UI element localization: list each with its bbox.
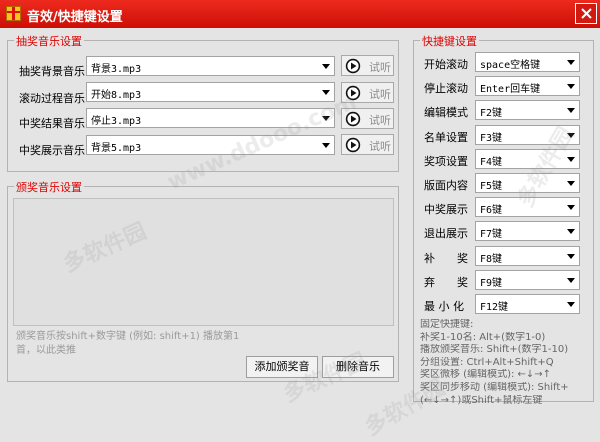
preview-label: 试听 [369, 61, 391, 74]
hotkey-select[interactable]: F9键 [475, 270, 580, 290]
hotkey-label: 奖项设置 [424, 155, 468, 168]
fixed-hint-line: 分组设置: Ctrl+Alt+Shift+Q [420, 356, 554, 368]
select-value: F7键 [480, 229, 503, 240]
lottery-music-select[interactable]: 开始8.mp3 [86, 82, 335, 102]
dropdown-arrow-icon [567, 205, 575, 210]
lottery-music-legend: 抽奖音乐设置 [14, 33, 84, 49]
lottery-music-select[interactable]: 背景5.mp3 [86, 135, 335, 155]
hotkey-label: 版面内容 [424, 179, 468, 192]
hotkey-select[interactable]: Enter回车键 [475, 76, 580, 96]
select-value: space空格键 [480, 60, 541, 71]
award-music-list[interactable] [13, 198, 394, 326]
play-icon [345, 58, 361, 74]
select-value: 停止3.mp3 [91, 116, 142, 127]
hotkey-select[interactable]: F4键 [475, 149, 580, 169]
select-value: F5键 [480, 181, 503, 192]
hotkey-select[interactable]: F6键 [475, 197, 580, 217]
hotkey-label: 名单设置 [424, 131, 468, 144]
hotkey-select[interactable]: F7键 [475, 221, 580, 241]
play-icon [345, 137, 361, 153]
select-value: F6键 [480, 205, 503, 216]
fixed-hint-line: 播放颁奖音乐: Shift+(数字1-10) [420, 344, 569, 356]
dropdown-arrow-icon [567, 181, 575, 186]
delete-music-button[interactable]: 删除音乐 [322, 356, 394, 378]
fixed-hint-line: 奖区同步移动 (编辑模式): Shift+ [420, 381, 569, 393]
dropdown-arrow-icon [322, 64, 330, 69]
lottery-music-label: 抽奖背景音乐 [19, 65, 85, 78]
select-value: F8键 [480, 254, 503, 265]
gift-icon [6, 6, 21, 21]
play-icon [345, 85, 361, 101]
preview-button[interactable]: 试听 [341, 108, 394, 129]
close-icon [581, 8, 592, 19]
hotkey-label: 补 奖 [424, 252, 468, 265]
select-value: 背景3.mp3 [91, 64, 142, 75]
select-value: F9键 [480, 278, 503, 289]
lottery-music-select[interactable]: 停止3.mp3 [86, 108, 335, 128]
preview-button[interactable]: 试听 [341, 82, 394, 103]
hotkey-label: 弃 奖 [424, 276, 468, 289]
hotkey-label: 编辑模式 [424, 106, 468, 119]
hotkey-legend: 快捷键设置 [420, 33, 479, 49]
hotkey-select[interactable]: space空格键 [475, 52, 580, 72]
select-value: F2键 [480, 108, 503, 119]
dropdown-arrow-icon [567, 133, 575, 138]
hotkey-label: 开始滚动 [424, 58, 468, 71]
close-button[interactable] [575, 3, 597, 24]
preview-button[interactable]: 试听 [341, 134, 394, 155]
dropdown-arrow-icon [322, 143, 330, 148]
fixed-hint-line: 补奖1-10名: Alt+(数字1-0) [420, 331, 546, 343]
fixed-hint-line: (←↓→↑)或Shift+鼠标左键 [420, 394, 543, 406]
award-music-legend: 颁奖音乐设置 [14, 179, 84, 195]
select-value: F12键 [480, 302, 509, 313]
select-value: 背景5.mp3 [91, 143, 142, 154]
hotkey-select[interactable]: F5键 [475, 173, 580, 193]
fixed-hint-line: 固定快捷键: [420, 319, 474, 330]
window-title: 音效/快捷键设置 [27, 10, 123, 25]
fixed-hint-line: 奖区微移 (编辑模式): ←↓→↑ [420, 369, 552, 381]
award-music-hint: 颁奖音乐按shift+数字键 (例如: shift+1) 播放第1首，以此类推 [16, 331, 240, 356]
hotkey-label: 退出展示 [424, 227, 468, 240]
preview-label: 试听 [369, 140, 391, 153]
title-bar: 音效/快捷键设置 [0, 0, 600, 28]
hotkey-select[interactable]: F2键 [475, 100, 580, 120]
dropdown-arrow-icon [567, 84, 575, 89]
select-value: 开始8.mp3 [91, 90, 142, 101]
dropdown-arrow-icon [567, 254, 575, 259]
lottery-music-label: 中奖展示音乐 [19, 144, 85, 157]
play-icon [345, 111, 361, 127]
lottery-music-select[interactable]: 背景3.mp3 [86, 56, 335, 76]
preview-label: 试听 [369, 88, 391, 101]
dropdown-arrow-icon [567, 278, 575, 283]
dropdown-arrow-icon [322, 90, 330, 95]
select-value: Enter回车键 [480, 84, 541, 95]
preview-label: 试听 [369, 114, 391, 127]
fixed-hotkey-hints: 固定快捷键: 补奖1-10名: Alt+(数字1-0) 播放颁奖音乐: Shift+… [420, 319, 596, 407]
add-award-music-button[interactable]: 添加颁奖音 [246, 356, 318, 378]
lottery-music-label: 中奖结果音乐 [19, 117, 85, 130]
dropdown-arrow-icon [567, 108, 575, 113]
hotkey-label: 停止滚动 [424, 82, 468, 95]
dropdown-arrow-icon [567, 229, 575, 234]
hotkey-select[interactable]: F12键 [475, 294, 580, 314]
hotkey-select[interactable]: F3键 [475, 125, 580, 145]
preview-button[interactable]: 试听 [341, 55, 394, 76]
dropdown-arrow-icon [567, 157, 575, 162]
dropdown-arrow-icon [567, 302, 575, 307]
dropdown-arrow-icon [567, 60, 575, 65]
select-value: F3键 [480, 133, 503, 144]
hotkey-select[interactable]: F8键 [475, 246, 580, 266]
lottery-music-label: 滚动过程音乐 [19, 92, 85, 105]
dropdown-arrow-icon [322, 116, 330, 121]
hotkey-label: 最 小 化 [424, 300, 464, 313]
hotkey-label: 中奖展示 [424, 203, 468, 216]
select-value: F4键 [480, 157, 503, 168]
